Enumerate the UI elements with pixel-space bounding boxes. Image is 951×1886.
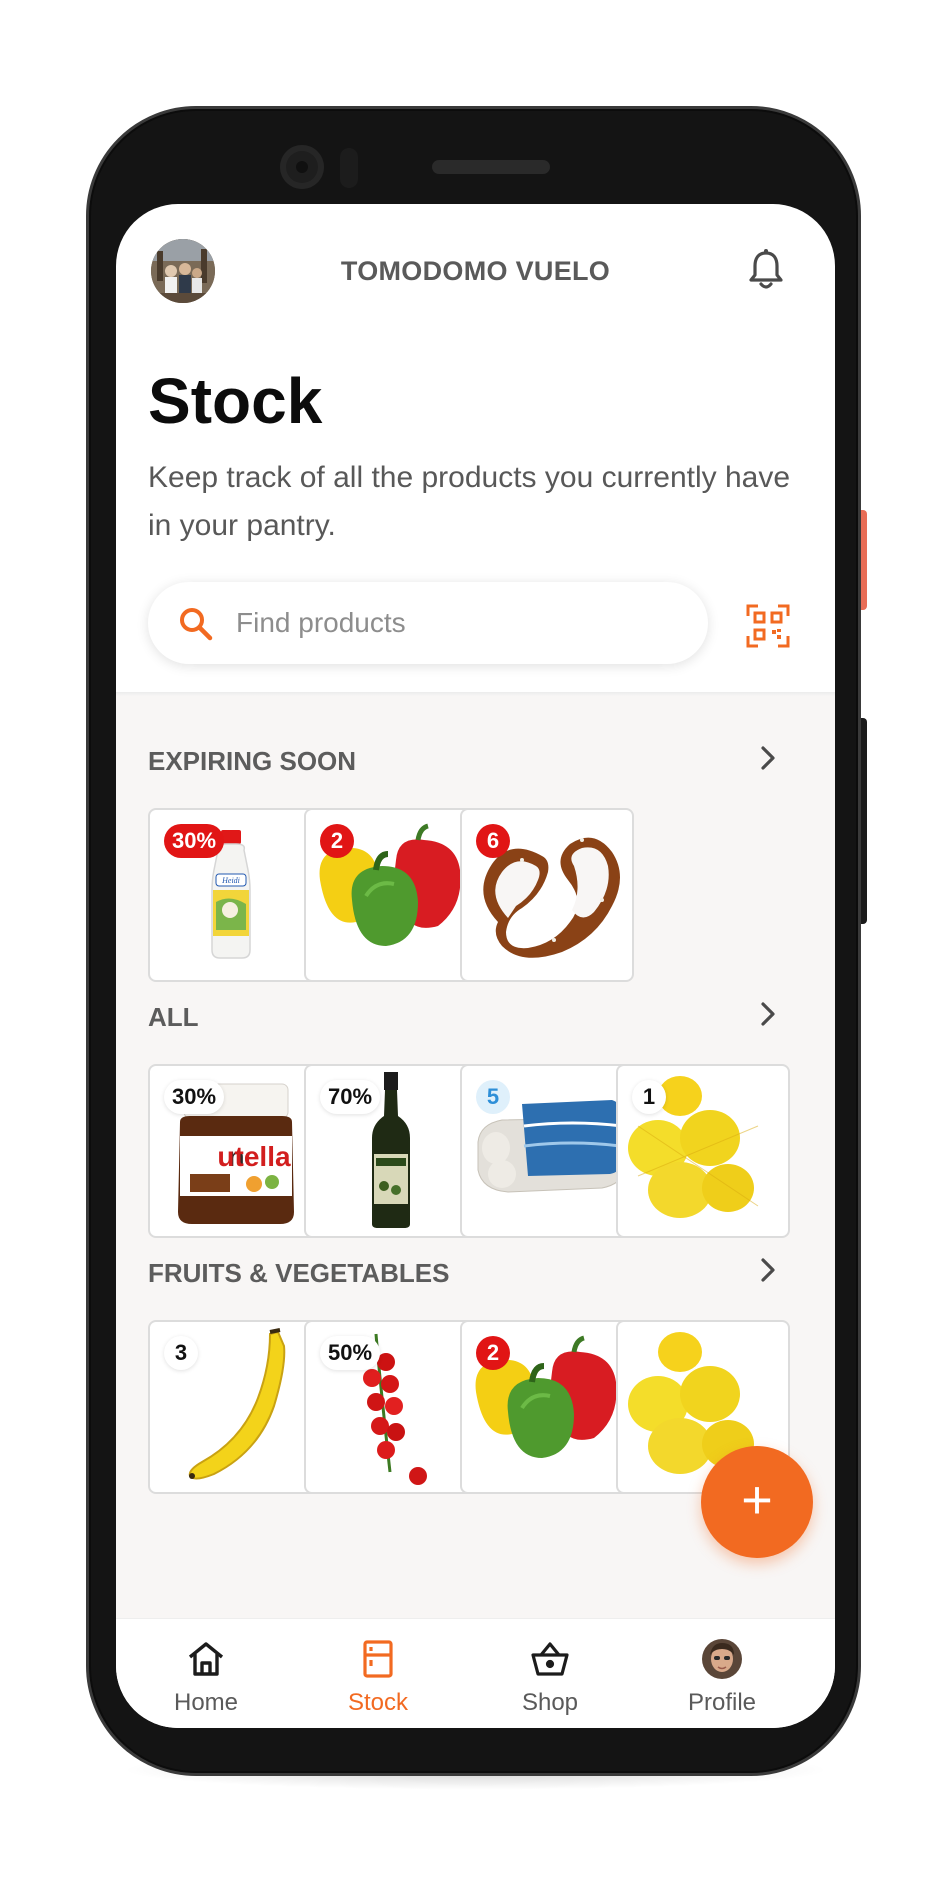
- bell-icon[interactable]: [746, 248, 786, 292]
- page-subtitle: Keep track of all the products you curre…: [148, 461, 791, 542]
- quantity-badge: 30%: [164, 824, 225, 858]
- chevron-right-icon[interactable]: [754, 742, 782, 774]
- nav-label-profile: Profile: [687, 1689, 757, 1716]
- basket-icon: [530, 1639, 570, 1679]
- nav-label-shop: Shop: [521, 1689, 579, 1716]
- content-divider: [116, 692, 835, 696]
- quantity-badge: 30%: [164, 1080, 225, 1114]
- nav-item-home[interactable]: Home: [116, 1619, 296, 1728]
- product-card-eggs[interactable]: 5: [460, 1064, 634, 1238]
- chevron-right-icon[interactable]: [754, 1254, 782, 1286]
- quantity-badge: 2: [320, 824, 354, 858]
- product-card-banana[interactable]: 3: [148, 1320, 322, 1494]
- fridge-icon: [358, 1639, 398, 1679]
- profile-avatar: [702, 1639, 742, 1679]
- product-card-olive-oil[interactable]: 70%: [304, 1064, 478, 1238]
- product-card-peppers[interactable]: 2: [460, 1320, 634, 1494]
- bottom-navigation: Home Stock Shop Profile: [116, 1618, 835, 1728]
- proximity-sensor: [340, 148, 358, 188]
- quantity-badge: 70%: [320, 1080, 381, 1114]
- product-card-lemons[interactable]: 1: [616, 1064, 790, 1238]
- product-card-nutella[interactable]: n utella 30%: [148, 1064, 322, 1238]
- chevron-right-icon[interactable]: [754, 998, 782, 1030]
- svg-text:Heidi: Heidi: [221, 876, 240, 885]
- svg-text:utella: utella: [217, 1141, 291, 1172]
- earpiece-speaker: [432, 160, 550, 174]
- product-card-pretzel[interactable]: 6: [460, 808, 634, 982]
- search-bar[interactable]: [148, 582, 708, 664]
- quantity-badge: 50%: [320, 1336, 381, 1370]
- quantity-badge: 2: [476, 1336, 510, 1370]
- search-input[interactable]: [236, 582, 676, 664]
- quantity-badge: 3: [164, 1336, 198, 1370]
- nav-item-shop[interactable]: Shop: [460, 1619, 640, 1728]
- front-camera: [280, 145, 324, 189]
- search-icon: [176, 604, 216, 644]
- qr-scan-icon[interactable]: [746, 604, 790, 648]
- all-products-row: n utella 30% 70% 5 1: [148, 1064, 835, 1238]
- nav-label-stock: Stock: [347, 1689, 409, 1716]
- quantity-badge: 5: [476, 1080, 510, 1114]
- section-title-all: ALL: [148, 1002, 199, 1032]
- expiring-soon-row: Heidi 30% 2 6: [148, 808, 835, 982]
- quantity-badge: 1: [632, 1080, 666, 1114]
- section-title-expiring-soon: EXPIRING SOON: [148, 746, 357, 776]
- app-screen: TOMODOMO VUELO Stock Keep track of all t…: [116, 204, 835, 1728]
- page-title: Stock: [148, 365, 323, 437]
- home-icon: [186, 1639, 226, 1679]
- section-title-fruits-vegetables: FRUITS & VEGETABLES: [148, 1258, 450, 1288]
- nav-item-stock[interactable]: Stock: [288, 1619, 468, 1728]
- product-card-peppers[interactable]: 2: [304, 808, 478, 982]
- nav-item-profile[interactable]: Profile: [632, 1619, 812, 1728]
- nav-label-home: Home: [173, 1689, 239, 1716]
- stage: TOMODOMO VUELO Stock Keep track of all t…: [0, 0, 951, 1886]
- quantity-badge: 6: [476, 824, 510, 858]
- product-card-tomatoes[interactable]: 50%: [304, 1320, 478, 1494]
- product-card-milk[interactable]: Heidi 30%: [148, 808, 322, 982]
- add-product-button[interactable]: +: [701, 1446, 813, 1558]
- organization-name: TOMODOMO VUELO: [340, 256, 611, 286]
